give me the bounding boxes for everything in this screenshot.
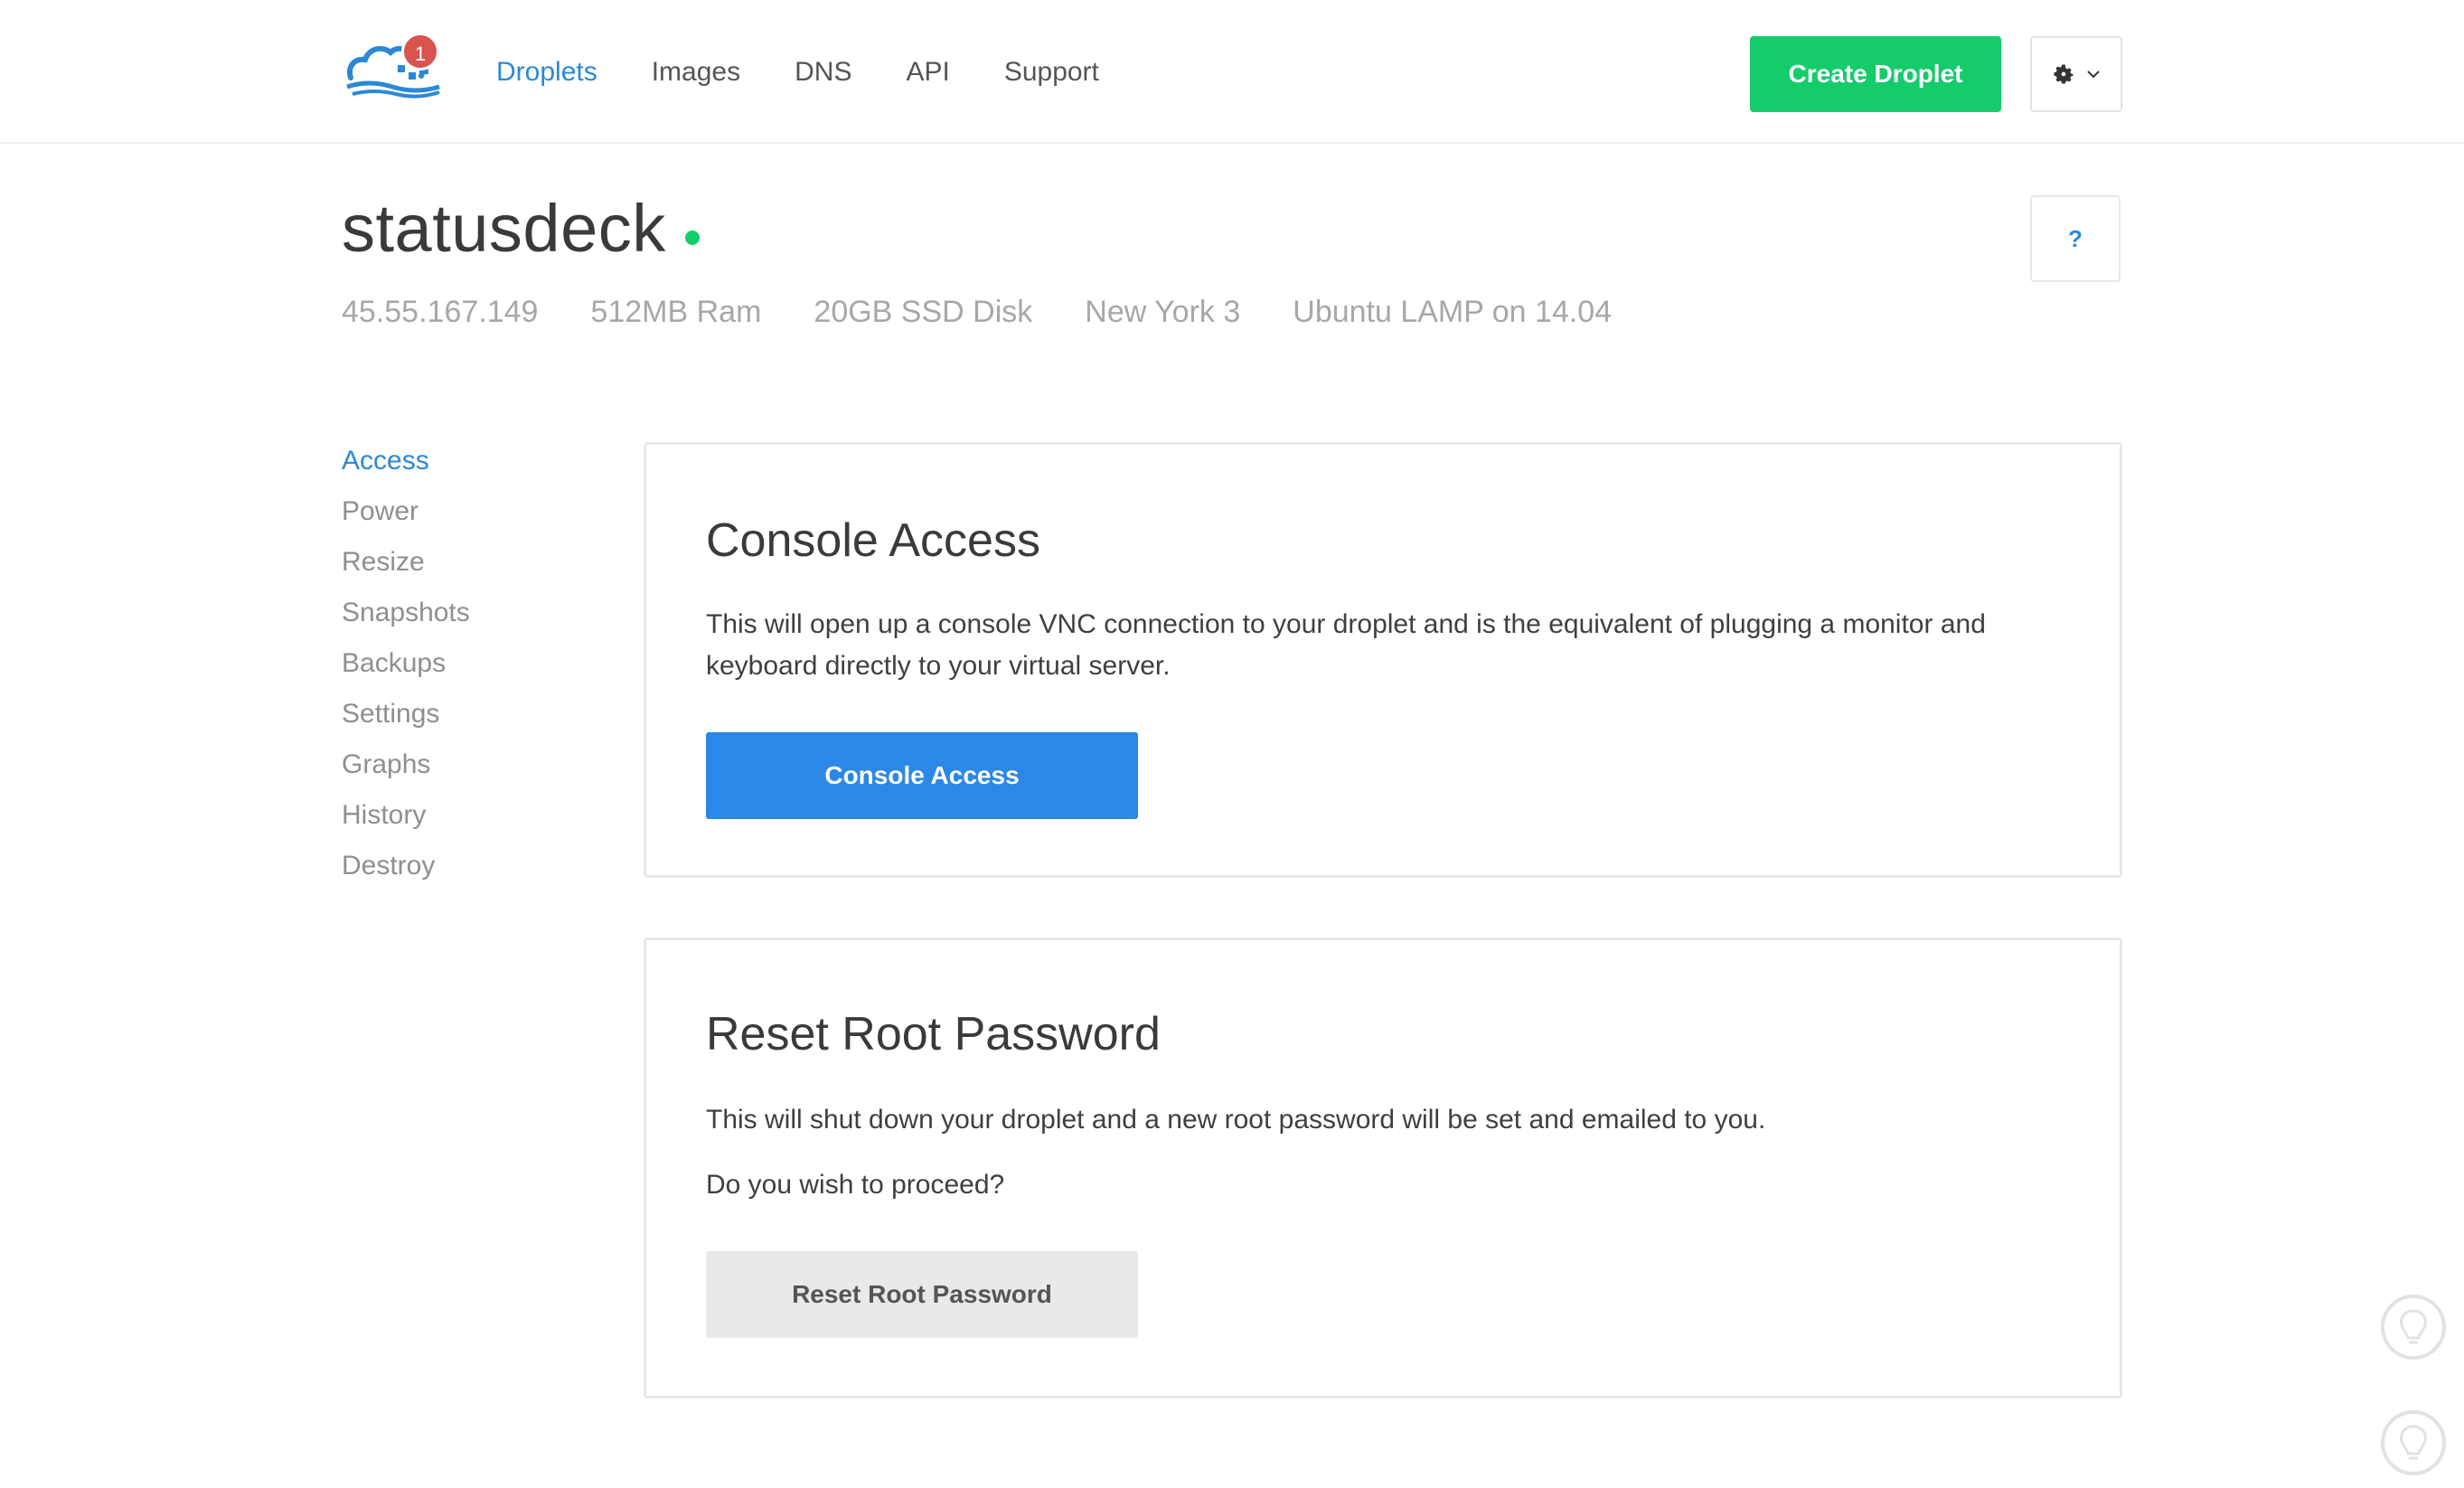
droplet-name: statusdeck bbox=[342, 191, 666, 266]
droplet-status-indicator bbox=[685, 231, 700, 245]
nav-api[interactable]: API bbox=[906, 54, 949, 90]
sidenav-destroy[interactable]: Destroy bbox=[342, 848, 470, 899]
create-droplet-button[interactable]: Create Droplet bbox=[1750, 36, 2001, 112]
droplet-disk: 20GB SSD Disk bbox=[813, 295, 1033, 329]
sidenav-access[interactable]: Access bbox=[342, 443, 470, 494]
droplet-side-nav: Access Power Resize Snapshots Backups Se… bbox=[342, 443, 470, 899]
sidenav-settings[interactable]: Settings bbox=[342, 696, 470, 747]
sidenav-resize[interactable]: Resize bbox=[342, 544, 470, 595]
help-button[interactable]: ? bbox=[2030, 195, 2121, 282]
lightbulb-icon[interactable] bbox=[2381, 1295, 2446, 1360]
nav-droplets[interactable]: Droplets bbox=[496, 54, 597, 90]
reset-root-password-panel: Reset Root Password This will shut down … bbox=[644, 937, 2122, 1399]
nav-support[interactable]: Support bbox=[1004, 54, 1099, 90]
sidenav-snapshots[interactable]: Snapshots bbox=[342, 595, 470, 645]
reset-password-title: Reset Root Password bbox=[706, 1008, 1161, 1060]
gear-icon bbox=[2054, 64, 2074, 84]
sidenav-power[interactable]: Power bbox=[342, 494, 470, 544]
sidenav-graphs[interactable]: Graphs bbox=[342, 747, 470, 797]
sidenav-backups[interactable]: Backups bbox=[342, 645, 470, 696]
notification-badge[interactable]: 1 bbox=[401, 33, 439, 71]
droplet-image: Ubuntu LAMP on 14.04 bbox=[1293, 295, 1613, 329]
main-nav: Droplets Images DNS API Support bbox=[496, 54, 1153, 90]
droplet-meta: 45.55.167.149 512MB Ram 20GB SSD Disk Ne… bbox=[342, 295, 1664, 330]
console-access-button[interactable]: Console Access bbox=[706, 732, 1138, 819]
reset-password-description: This will shut down your droplet and a n… bbox=[706, 1105, 1766, 1135]
console-access-panel: Console Access This will open up a conso… bbox=[644, 442, 2122, 878]
droplet-ip: 45.55.167.149 bbox=[342, 295, 539, 329]
console-access-description: This will open up a console VNC connecti… bbox=[706, 609, 1986, 681]
droplet-ram: 512MB Ram bbox=[590, 295, 762, 329]
nav-dns[interactable]: DNS bbox=[795, 54, 851, 90]
top-bar: 1 Droplets Images DNS API Support Create… bbox=[0, 0, 2464, 144]
droplet-region: New York 3 bbox=[1085, 295, 1241, 329]
nav-images[interactable]: Images bbox=[652, 54, 740, 90]
sidenav-history[interactable]: History bbox=[342, 797, 470, 848]
chevron-down-icon bbox=[2087, 71, 2100, 79]
reset-root-password-button[interactable]: Reset Root Password bbox=[706, 1251, 1138, 1338]
settings-dropdown-button[interactable] bbox=[2030, 36, 2122, 112]
console-access-title: Console Access bbox=[706, 514, 1040, 567]
lightbulb-icon[interactable] bbox=[2381, 1410, 2446, 1475]
reset-password-question: Do you wish to proceed? bbox=[706, 1170, 1005, 1200]
